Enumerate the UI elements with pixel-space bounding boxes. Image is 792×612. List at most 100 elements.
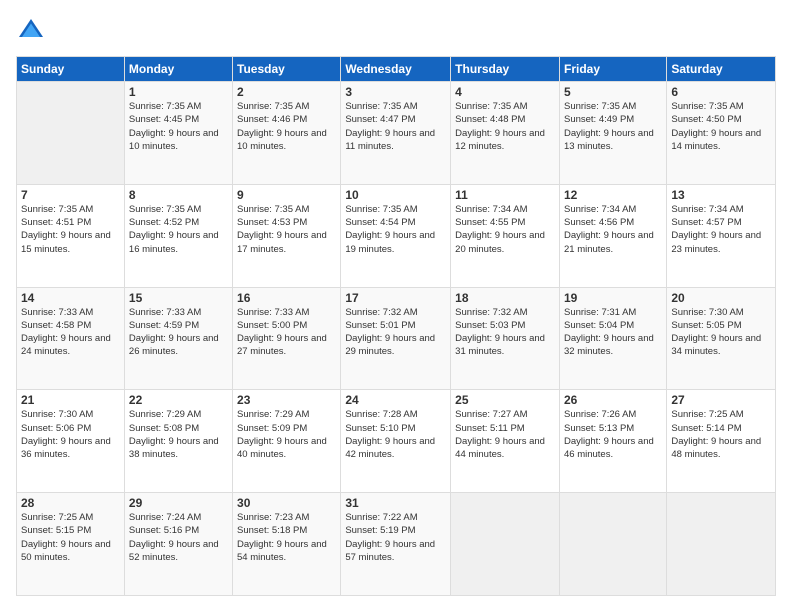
logo [16, 16, 48, 46]
day-detail: Sunrise: 7:35 AM Sunset: 4:51 PM Dayligh… [21, 203, 120, 256]
calendar-cell: 23Sunrise: 7:29 AM Sunset: 5:09 PM Dayli… [233, 390, 341, 493]
calendar-cell: 2Sunrise: 7:35 AM Sunset: 4:46 PM Daylig… [233, 82, 341, 185]
day-number: 24 [345, 393, 446, 407]
day-detail: Sunrise: 7:24 AM Sunset: 5:16 PM Dayligh… [129, 511, 228, 564]
calendar-cell: 18Sunrise: 7:32 AM Sunset: 5:03 PM Dayli… [451, 287, 560, 390]
calendar-table: SundayMondayTuesdayWednesdayThursdayFrid… [16, 56, 776, 596]
day-detail: Sunrise: 7:35 AM Sunset: 4:50 PM Dayligh… [671, 100, 771, 153]
day-detail: Sunrise: 7:32 AM Sunset: 5:01 PM Dayligh… [345, 306, 446, 359]
day-number: 17 [345, 291, 446, 305]
day-number: 4 [455, 85, 555, 99]
day-detail: Sunrise: 7:23 AM Sunset: 5:18 PM Dayligh… [237, 511, 336, 564]
day-number: 18 [455, 291, 555, 305]
day-number: 7 [21, 188, 120, 202]
calendar-week-row: 21Sunrise: 7:30 AM Sunset: 5:06 PM Dayli… [17, 390, 776, 493]
day-detail: Sunrise: 7:25 AM Sunset: 5:15 PM Dayligh… [21, 511, 120, 564]
logo-icon [16, 16, 46, 46]
day-number: 3 [345, 85, 446, 99]
calendar-cell: 9Sunrise: 7:35 AM Sunset: 4:53 PM Daylig… [233, 184, 341, 287]
calendar-cell: 28Sunrise: 7:25 AM Sunset: 5:15 PM Dayli… [17, 493, 125, 596]
day-detail: Sunrise: 7:29 AM Sunset: 5:08 PM Dayligh… [129, 408, 228, 461]
calendar-cell: 17Sunrise: 7:32 AM Sunset: 5:01 PM Dayli… [341, 287, 451, 390]
header [16, 16, 776, 46]
day-number: 5 [564, 85, 662, 99]
calendar-cell [17, 82, 125, 185]
day-of-week-header: Monday [124, 57, 232, 82]
day-of-week-header: Friday [559, 57, 666, 82]
day-number: 19 [564, 291, 662, 305]
day-of-week-header: Saturday [667, 57, 776, 82]
day-number: 27 [671, 393, 771, 407]
day-detail: Sunrise: 7:33 AM Sunset: 5:00 PM Dayligh… [237, 306, 336, 359]
calendar-cell: 27Sunrise: 7:25 AM Sunset: 5:14 PM Dayli… [667, 390, 776, 493]
calendar-cell: 29Sunrise: 7:24 AM Sunset: 5:16 PM Dayli… [124, 493, 232, 596]
day-of-week-header: Sunday [17, 57, 125, 82]
day-detail: Sunrise: 7:33 AM Sunset: 4:58 PM Dayligh… [21, 306, 120, 359]
day-detail: Sunrise: 7:34 AM Sunset: 4:55 PM Dayligh… [455, 203, 555, 256]
calendar-cell [451, 493, 560, 596]
day-detail: Sunrise: 7:25 AM Sunset: 5:14 PM Dayligh… [671, 408, 771, 461]
day-detail: Sunrise: 7:35 AM Sunset: 4:48 PM Dayligh… [455, 100, 555, 153]
calendar-cell: 16Sunrise: 7:33 AM Sunset: 5:00 PM Dayli… [233, 287, 341, 390]
day-of-week-header: Thursday [451, 57, 560, 82]
calendar-cell: 14Sunrise: 7:33 AM Sunset: 4:58 PM Dayli… [17, 287, 125, 390]
day-number: 2 [237, 85, 336, 99]
day-number: 29 [129, 496, 228, 510]
day-number: 11 [455, 188, 555, 202]
day-number: 22 [129, 393, 228, 407]
calendar-cell [559, 493, 666, 596]
day-number: 12 [564, 188, 662, 202]
calendar-week-row: 7Sunrise: 7:35 AM Sunset: 4:51 PM Daylig… [17, 184, 776, 287]
day-of-week-header: Wednesday [341, 57, 451, 82]
day-number: 25 [455, 393, 555, 407]
day-detail: Sunrise: 7:30 AM Sunset: 5:05 PM Dayligh… [671, 306, 771, 359]
day-detail: Sunrise: 7:35 AM Sunset: 4:54 PM Dayligh… [345, 203, 446, 256]
calendar-cell: 30Sunrise: 7:23 AM Sunset: 5:18 PM Dayli… [233, 493, 341, 596]
day-detail: Sunrise: 7:35 AM Sunset: 4:47 PM Dayligh… [345, 100, 446, 153]
day-detail: Sunrise: 7:34 AM Sunset: 4:56 PM Dayligh… [564, 203, 662, 256]
day-detail: Sunrise: 7:34 AM Sunset: 4:57 PM Dayligh… [671, 203, 771, 256]
day-number: 8 [129, 188, 228, 202]
calendar-cell: 31Sunrise: 7:22 AM Sunset: 5:19 PM Dayli… [341, 493, 451, 596]
calendar-cell: 8Sunrise: 7:35 AM Sunset: 4:52 PM Daylig… [124, 184, 232, 287]
day-detail: Sunrise: 7:27 AM Sunset: 5:11 PM Dayligh… [455, 408, 555, 461]
calendar-cell: 19Sunrise: 7:31 AM Sunset: 5:04 PM Dayli… [559, 287, 666, 390]
day-detail: Sunrise: 7:22 AM Sunset: 5:19 PM Dayligh… [345, 511, 446, 564]
day-number: 13 [671, 188, 771, 202]
day-detail: Sunrise: 7:33 AM Sunset: 4:59 PM Dayligh… [129, 306, 228, 359]
calendar-cell: 7Sunrise: 7:35 AM Sunset: 4:51 PM Daylig… [17, 184, 125, 287]
day-detail: Sunrise: 7:35 AM Sunset: 4:45 PM Dayligh… [129, 100, 228, 153]
day-number: 26 [564, 393, 662, 407]
day-number: 10 [345, 188, 446, 202]
day-number: 9 [237, 188, 336, 202]
calendar-cell: 25Sunrise: 7:27 AM Sunset: 5:11 PM Dayli… [451, 390, 560, 493]
calendar-cell: 11Sunrise: 7:34 AM Sunset: 4:55 PM Dayli… [451, 184, 560, 287]
day-detail: Sunrise: 7:31 AM Sunset: 5:04 PM Dayligh… [564, 306, 662, 359]
calendar-cell: 12Sunrise: 7:34 AM Sunset: 4:56 PM Dayli… [559, 184, 666, 287]
day-detail: Sunrise: 7:35 AM Sunset: 4:52 PM Dayligh… [129, 203, 228, 256]
day-number: 31 [345, 496, 446, 510]
day-number: 1 [129, 85, 228, 99]
calendar-cell: 1Sunrise: 7:35 AM Sunset: 4:45 PM Daylig… [124, 82, 232, 185]
calendar-cell: 26Sunrise: 7:26 AM Sunset: 5:13 PM Dayli… [559, 390, 666, 493]
day-detail: Sunrise: 7:26 AM Sunset: 5:13 PM Dayligh… [564, 408, 662, 461]
calendar-header-row: SundayMondayTuesdayWednesdayThursdayFrid… [17, 57, 776, 82]
day-detail: Sunrise: 7:32 AM Sunset: 5:03 PM Dayligh… [455, 306, 555, 359]
calendar-cell: 15Sunrise: 7:33 AM Sunset: 4:59 PM Dayli… [124, 287, 232, 390]
day-number: 14 [21, 291, 120, 305]
calendar-cell: 20Sunrise: 7:30 AM Sunset: 5:05 PM Dayli… [667, 287, 776, 390]
day-of-week-header: Tuesday [233, 57, 341, 82]
day-number: 30 [237, 496, 336, 510]
calendar-cell: 13Sunrise: 7:34 AM Sunset: 4:57 PM Dayli… [667, 184, 776, 287]
day-number: 20 [671, 291, 771, 305]
day-number: 23 [237, 393, 336, 407]
calendar-cell: 21Sunrise: 7:30 AM Sunset: 5:06 PM Dayli… [17, 390, 125, 493]
day-number: 15 [129, 291, 228, 305]
calendar-cell: 3Sunrise: 7:35 AM Sunset: 4:47 PM Daylig… [341, 82, 451, 185]
calendar-week-row: 1Sunrise: 7:35 AM Sunset: 4:45 PM Daylig… [17, 82, 776, 185]
day-number: 16 [237, 291, 336, 305]
calendar-cell: 24Sunrise: 7:28 AM Sunset: 5:10 PM Dayli… [341, 390, 451, 493]
calendar-cell: 6Sunrise: 7:35 AM Sunset: 4:50 PM Daylig… [667, 82, 776, 185]
day-detail: Sunrise: 7:28 AM Sunset: 5:10 PM Dayligh… [345, 408, 446, 461]
day-detail: Sunrise: 7:30 AM Sunset: 5:06 PM Dayligh… [21, 408, 120, 461]
